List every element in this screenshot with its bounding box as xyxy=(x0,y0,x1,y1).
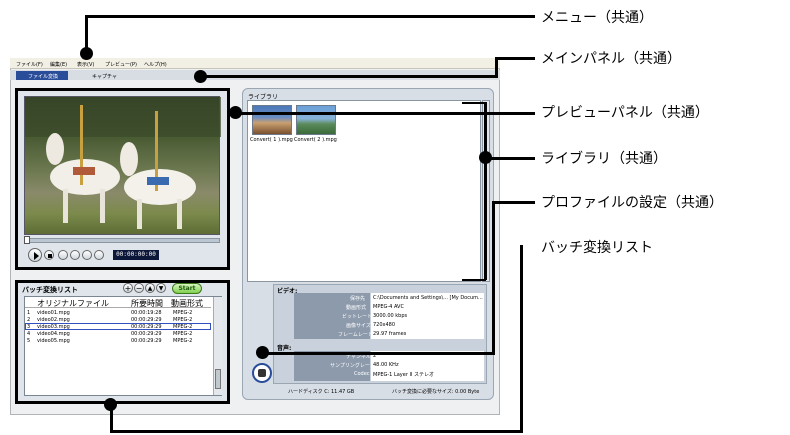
video-label-bitrate: ビットレート xyxy=(342,314,373,320)
forward-button[interactable] xyxy=(82,250,92,260)
rewind-button[interactable] xyxy=(70,250,80,260)
callout-line-library xyxy=(486,157,535,160)
plus-icon: + xyxy=(124,284,132,293)
callout-dot-profile xyxy=(256,346,269,359)
move-down-button[interactable]: ▼ xyxy=(156,283,166,293)
audio-label-sampling: サンプリングレート xyxy=(330,363,375,369)
audio-label-codec: Codec xyxy=(354,371,370,377)
library-thumb-2[interactable] xyxy=(296,105,336,135)
callout-dot-preview xyxy=(229,106,242,119)
callout-preview-panel: プレビューパネル（共通） xyxy=(541,105,709,121)
callout-batch-list: バッチ変換リスト xyxy=(541,240,653,256)
timecode-display: 00:00:00:00 xyxy=(113,250,159,260)
callout-line-batch-h xyxy=(110,430,523,433)
preview-video xyxy=(24,96,221,235)
batch-title: バッチ変換リスト xyxy=(22,286,78,294)
callout-menu: メニュー（共通） xyxy=(541,10,653,26)
move-up-button[interactable]: ▲ xyxy=(145,283,155,293)
table-row[interactable]: 5 video05.mpg 00:00:29:29 MPEG-2 xyxy=(25,337,211,344)
menu-file[interactable]: ファイル(F) xyxy=(16,61,43,68)
audio-value-codec: MPEG-1 Layer II ステレオ xyxy=(373,372,435,378)
col-duration[interactable]: 所要時間 xyxy=(131,298,163,309)
callout-line-main-v xyxy=(495,57,498,78)
table-row-selected[interactable]: 3 video03.mpg 00:00:29:29 MPEG-2 xyxy=(25,323,211,330)
start-button[interactable]: Start xyxy=(172,283,202,294)
batch-scroll-thumb[interactable] xyxy=(215,369,221,389)
callout-line-library-v xyxy=(484,102,487,280)
audio-heading: 音声: xyxy=(277,345,292,352)
audio-value-sampling: 48.00 KHz xyxy=(373,362,399,368)
table-row[interactable]: 4 video04.mpg 00:00:29:29 MPEG-2 xyxy=(25,330,211,337)
batch-table-header: オリジナルファイル 所要時間 動画形式 xyxy=(25,297,211,308)
callout-line-library-bot xyxy=(462,279,486,281)
callout-line-profile-v xyxy=(492,201,495,355)
col-format[interactable]: 動画形式 xyxy=(171,298,203,309)
up-arrow-icon: ▲ xyxy=(147,285,153,292)
callout-line-profile-h xyxy=(262,352,494,355)
carousel-horses-image xyxy=(25,97,221,229)
col-original-file[interactable]: オリジナルファイル xyxy=(37,298,109,309)
seek-bar[interactable] xyxy=(24,238,220,243)
menu-view[interactable]: 表示(V) xyxy=(77,61,94,68)
play-icon xyxy=(34,252,39,260)
callout-line-menu xyxy=(85,15,535,18)
callout-library: ライブラリ（共通） xyxy=(541,151,667,167)
callout-dot-batch xyxy=(104,398,117,411)
library-thumb-1[interactable] xyxy=(252,105,292,135)
callout-main-panel: メインパネル（共通） xyxy=(541,51,681,67)
video-value-dest[interactable]: C:\Documents and Settings\... [My Docum.… xyxy=(373,295,483,301)
video-value-size: 720x480 xyxy=(373,322,396,328)
tab-file-convert[interactable]: ファイル変換 xyxy=(16,71,68,80)
profile-button[interactable] xyxy=(252,363,272,383)
batch-table: オリジナルファイル 所要時間 動画形式 1 video01.mpg 00:00:… xyxy=(24,296,222,396)
callout-dot-library xyxy=(479,151,492,164)
profile-panel: ビデオ: 音声: 保存先 動画形式 ビットレート 画像サイズ フレームレート C… xyxy=(273,284,487,384)
remove-button[interactable]: − xyxy=(134,283,144,293)
required-size: バッチ変換に必要なサイズ: 0.00 Byte xyxy=(392,389,480,395)
video-label-size: 画像サイズ xyxy=(346,323,371,329)
video-value-framerate: 29.97 frames xyxy=(373,331,407,337)
play-button[interactable] xyxy=(28,248,42,262)
batch-scrollbar[interactable] xyxy=(213,297,222,395)
video-label-dest: 保存先 xyxy=(350,296,366,302)
table-row[interactable]: 2 video02.mpg 00:00:29:29 MPEG-2 xyxy=(25,316,211,323)
table-row[interactable]: 1 video01.mpg 00:00:19:28 MPEG-2 xyxy=(25,309,211,316)
library-thumb-1-label: Convert( 1 ).mpg xyxy=(250,137,293,143)
callout-line-main-h2 xyxy=(495,57,535,60)
callout-line-profile xyxy=(492,201,535,204)
library-area: Convert( 1 ).mpg Convert( 2 ).mpg xyxy=(247,100,481,282)
callout-line-preview xyxy=(236,112,535,115)
add-button[interactable]: + xyxy=(123,283,133,293)
callout-line-batch-v2 xyxy=(520,245,523,433)
profile-settings-icon xyxy=(258,369,266,377)
menu-help[interactable]: ヘルプ(H) xyxy=(144,61,167,68)
seek-handle[interactable] xyxy=(24,236,30,244)
next-button[interactable] xyxy=(94,250,104,260)
callout-dot-main xyxy=(194,70,207,83)
video-label-format: 動画形式 xyxy=(346,305,367,311)
callout-profile: プロファイルの設定（共通） xyxy=(541,195,723,211)
menu-preview[interactable]: プレビュー(P) xyxy=(105,61,137,68)
library-thumb-2-label: Convert( 2 ).mpg xyxy=(294,137,337,143)
callout-line-main xyxy=(200,75,495,78)
callout-line-library-top xyxy=(462,102,484,104)
video-value-format: MPEG-4 AVC xyxy=(373,304,404,310)
minus-icon: − xyxy=(135,284,143,293)
video-label-framerate: フレームレート xyxy=(338,332,373,338)
callout-dot-menu xyxy=(80,47,93,60)
stop-button[interactable] xyxy=(44,250,54,260)
down-arrow-icon: ▼ xyxy=(158,285,164,292)
prev-button[interactable] xyxy=(58,250,68,260)
disk-space: ハードディスク C: 11.47 GB xyxy=(288,389,355,395)
tab-capture[interactable]: キャプチャ xyxy=(92,73,117,80)
video-value-bitrate: 3000.00 kbps xyxy=(373,313,408,319)
menu-edit[interactable]: 編集(E) xyxy=(50,61,67,68)
stop-icon xyxy=(48,254,52,258)
